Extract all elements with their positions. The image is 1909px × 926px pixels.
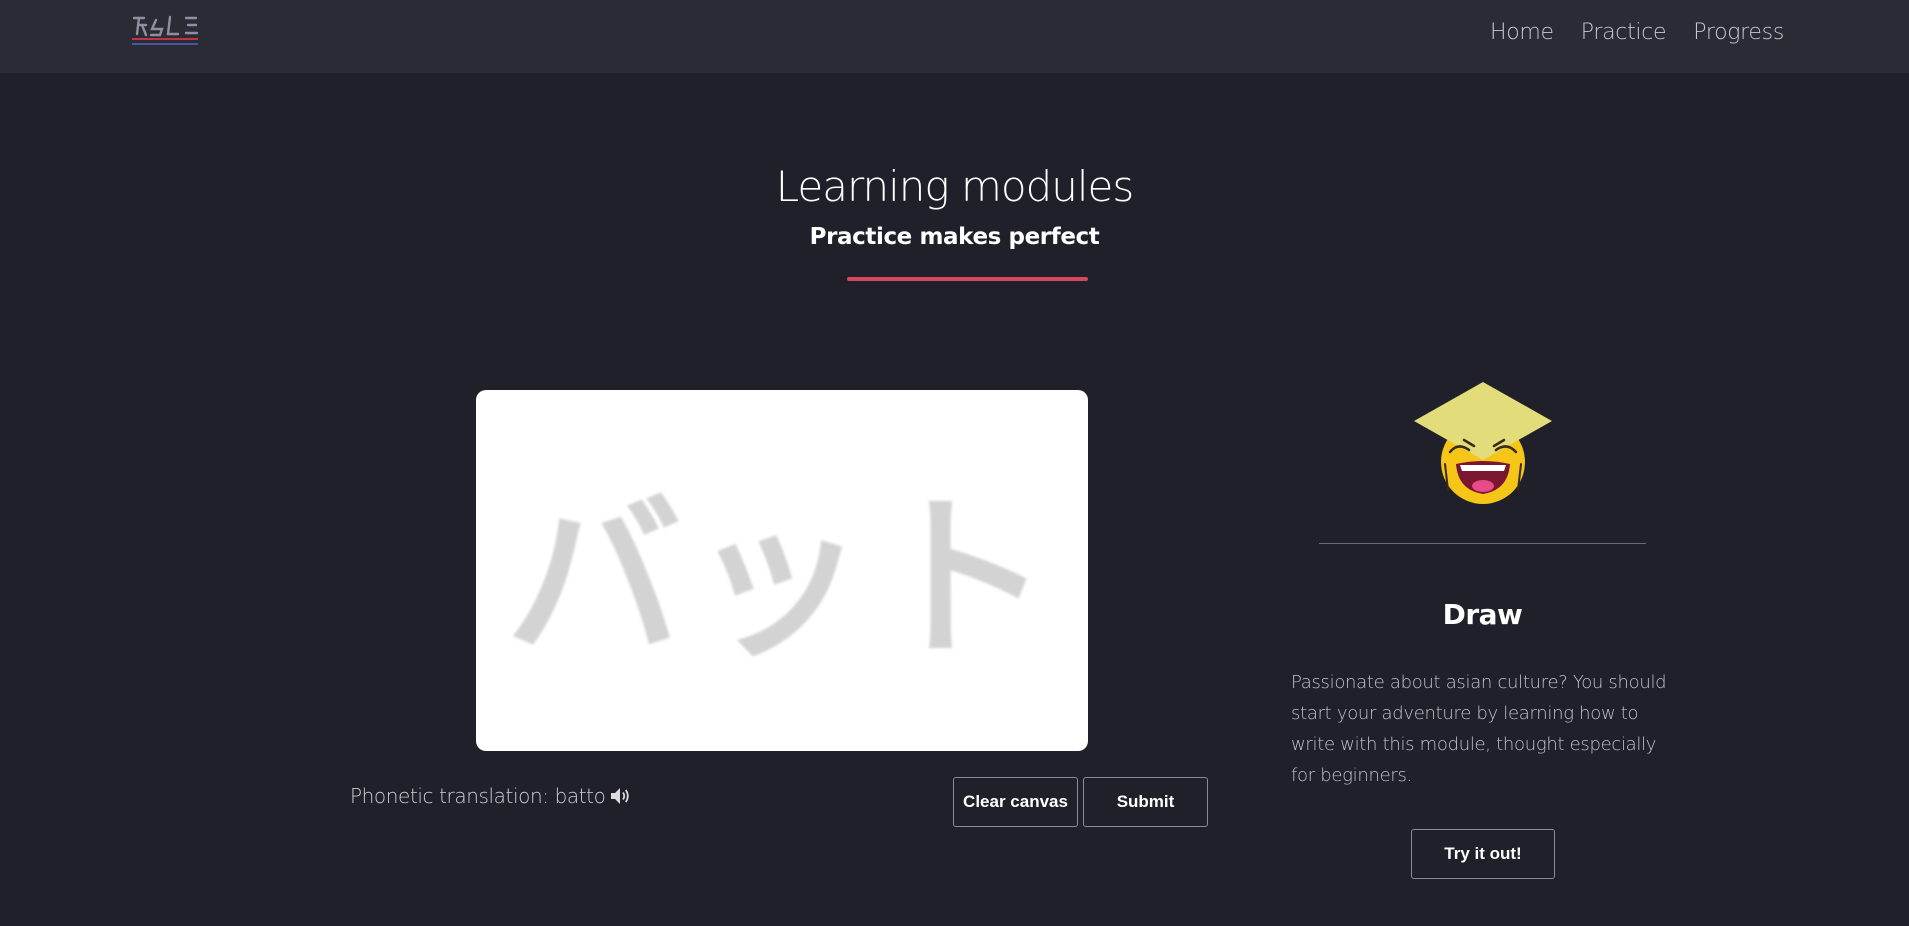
canvas-guide-text: バット bbox=[505, 477, 1058, 682]
module-divider bbox=[1319, 543, 1646, 544]
title-underline bbox=[847, 277, 1088, 281]
navbar: Home Practice Progress bbox=[0, 0, 1909, 73]
page-title: Learning modules bbox=[775, 162, 1135, 211]
try-it-out-button[interactable]: Try it out! bbox=[1411, 829, 1555, 879]
phonetic-value: batto bbox=[554, 784, 606, 808]
phonetic-translation: Phonetic translation: batto bbox=[350, 784, 631, 808]
drawing-canvas[interactable]: バット bbox=[476, 390, 1088, 751]
nav-progress[interactable]: Progress bbox=[1693, 20, 1784, 45]
submit-button[interactable]: Submit bbox=[1083, 777, 1208, 827]
logo[interactable] bbox=[130, 12, 204, 54]
module-title: Draw bbox=[1442, 598, 1523, 631]
nav-home[interactable]: Home bbox=[1490, 20, 1554, 45]
clear-canvas-button[interactable]: Clear canvas bbox=[953, 777, 1078, 827]
nav-practice[interactable]: Practice bbox=[1581, 20, 1667, 45]
nav-links: Home Practice Progress bbox=[1490, 20, 1784, 45]
module-description: Passionate about asian culture? You shou… bbox=[1291, 672, 1667, 786]
phonetic-label: Phonetic translation: bbox=[350, 784, 549, 808]
page-subtitle: Practice makes perfect bbox=[809, 224, 1100, 250]
speaker-icon[interactable] bbox=[609, 786, 631, 806]
mascot-icon bbox=[1414, 382, 1552, 504]
